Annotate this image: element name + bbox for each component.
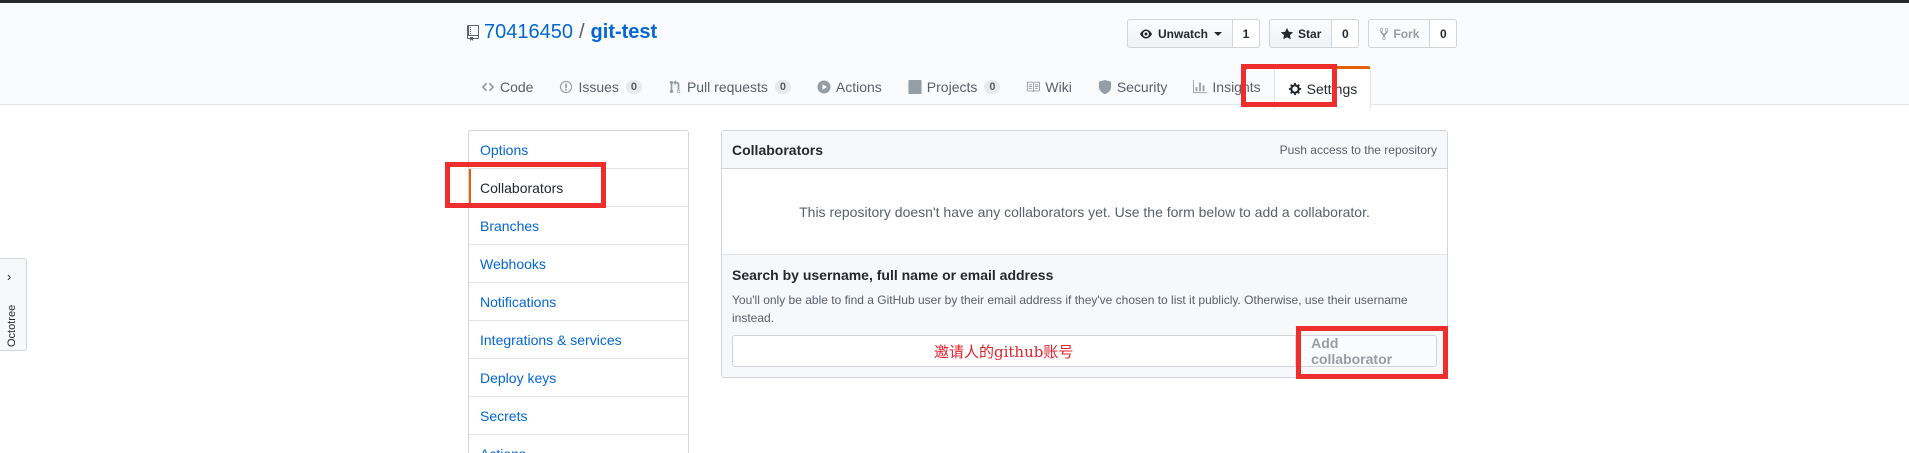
fork-button[interactable]: Fork	[1368, 19, 1431, 48]
star-count[interactable]: 0	[1332, 19, 1360, 48]
annotation-text: 邀请人的github账号	[934, 343, 1074, 361]
star-icon	[1280, 27, 1294, 39]
chevron-right-icon: ›	[7, 269, 12, 284]
code-icon	[481, 82, 495, 92]
tab-insights-label: Insights	[1212, 79, 1261, 95]
tab-issues[interactable]: Issues 0	[546, 66, 654, 108]
sidebar-item-integrations[interactable]: Integrations & services	[469, 321, 688, 359]
shield-icon	[1098, 80, 1111, 94]
repo-book-icon	[467, 24, 479, 41]
issue-icon	[560, 80, 573, 94]
book-icon	[1027, 81, 1041, 93]
play-icon	[817, 80, 831, 94]
tab-code-label: Code	[500, 79, 534, 95]
fork-group: Fork 0	[1368, 19, 1458, 48]
collaborators-panel: Collaborators Push access to the reposit…	[721, 130, 1448, 378]
add-collaborator-form: Search by username, full name or email a…	[722, 255, 1447, 377]
sidebar-item-actions[interactable]: Actions	[469, 435, 688, 453]
sidebar-item-secrets[interactable]: Secrets	[469, 397, 688, 435]
tab-settings[interactable]: Settings	[1273, 66, 1372, 109]
eye-icon	[1140, 29, 1152, 38]
tab-actions[interactable]: Actions	[804, 66, 895, 108]
search-note: You'll only be able to find a GitHub use…	[732, 293, 1408, 325]
repo-owner-link[interactable]: 70416450	[484, 21, 573, 44]
tab-pull-requests-label: Pull requests	[686, 79, 768, 95]
watch-count[interactable]: 1	[1233, 19, 1261, 48]
repo-header: 70416450 / git-test Unwatch 1 Star 0 For…	[0, 3, 1909, 109]
projects-counter: 0	[984, 80, 1001, 94]
project-icon	[908, 80, 922, 94]
no-collaborators-message: This repository doesn't have any collabo…	[722, 169, 1447, 255]
sidebar-item-deploy-keys[interactable]: Deploy keys	[469, 359, 688, 397]
repo-name-link[interactable]: git-test	[591, 21, 658, 44]
repo-nav: Code Issues 0 Pull requests 0 Actions Pr…	[468, 66, 1372, 109]
fork-icon	[1379, 27, 1389, 40]
push-access-note: Push access to the repository	[1279, 142, 1437, 157]
tab-wiki[interactable]: Wiki	[1013, 66, 1084, 108]
sidebar-item-branches[interactable]: Branches	[469, 207, 688, 245]
fork-count[interactable]: 0	[1430, 19, 1458, 48]
tab-pull-requests[interactable]: Pull requests 0	[655, 66, 804, 108]
settings-sidebar: Options Collaborators Branches Webhooks …	[468, 130, 689, 453]
chevron-down-icon	[1214, 31, 1223, 36]
sidebar-item-options[interactable]: Options	[469, 131, 688, 169]
octotree-label: Octotree	[6, 304, 18, 347]
tab-actions-label: Actions	[835, 79, 882, 95]
collaborators-header: Collaborators Push access to the reposit…	[722, 131, 1447, 169]
unwatch-label: Unwatch	[1158, 26, 1209, 41]
tab-issues-label: Issues	[578, 79, 619, 95]
add-collaborator-button[interactable]: Add collaborator	[1296, 335, 1437, 367]
tab-settings-label: Settings	[1306, 81, 1358, 97]
tab-security-label: Security	[1116, 79, 1168, 95]
star-label: Star	[1298, 26, 1322, 41]
pagehead-actions: Unwatch 1 Star 0 Fork 0	[1127, 19, 1458, 48]
repo-separator: /	[578, 21, 585, 43]
graph-icon	[1193, 80, 1208, 94]
search-label: Search by username, full name or email a…	[732, 267, 1054, 283]
star-button[interactable]: Star	[1269, 19, 1333, 48]
pulls-counter: 0	[774, 80, 791, 94]
tab-insights[interactable]: Insights	[1180, 66, 1273, 108]
collaborators-title: Collaborators	[732, 141, 824, 158]
tab-projects-label: Projects	[926, 79, 978, 95]
watch-group: Unwatch 1	[1127, 19, 1261, 48]
tab-code[interactable]: Code	[468, 66, 546, 108]
tab-wiki-label: Wiki	[1045, 79, 1072, 95]
octotree-toggle[interactable]: › Octotree	[0, 258, 27, 351]
tab-projects[interactable]: Projects 0	[895, 66, 1014, 108]
issues-counter: 0	[625, 80, 642, 94]
search-row: Add collaborator	[732, 335, 1437, 367]
unwatch-button[interactable]: Unwatch	[1127, 19, 1234, 48]
tab-security[interactable]: Security	[1085, 66, 1181, 108]
gear-icon	[1288, 82, 1301, 96]
sidebar-item-webhooks[interactable]: Webhooks	[469, 245, 688, 283]
sidebar-item-notifications[interactable]: Notifications	[469, 283, 688, 321]
pull-request-icon	[669, 80, 681, 94]
repo-title: 70416450 / git-test	[466, 21, 657, 44]
fork-label: Fork	[1393, 26, 1420, 41]
sidebar-item-collaborators[interactable]: Collaborators	[469, 169, 688, 207]
star-group: Star 0	[1269, 19, 1360, 48]
